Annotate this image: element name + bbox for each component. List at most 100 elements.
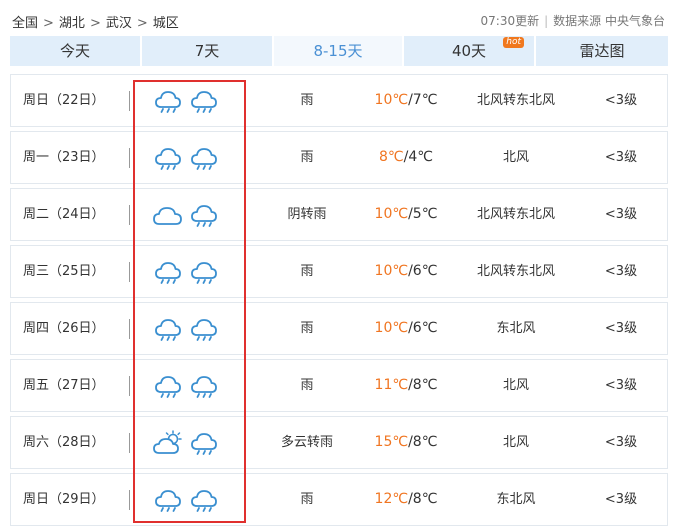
divider — [129, 319, 130, 339]
wind-level: <3级 — [604, 321, 638, 336]
day-label: 周日（29日） — [23, 492, 105, 507]
weather-description: 雨 — [300, 378, 314, 393]
breadcrumb-item-city[interactable]: 武汉 — [106, 16, 132, 31]
temp-high: 10℃ — [374, 206, 409, 222]
wind-direction: 北风 — [502, 150, 529, 165]
day-label: 周三（25日） — [23, 264, 105, 279]
wind-level: <3级 — [604, 93, 638, 108]
weather-icons — [153, 189, 233, 240]
temperature: 10℃/7℃ — [361, 75, 451, 126]
wind-level: <3级 — [604, 492, 638, 507]
day-label: 周二（24日） — [23, 207, 105, 222]
forecast-row: 周六（28日） 多云转雨 15℃/8℃ 北风 <3级 — [10, 416, 668, 469]
divider — [129, 91, 130, 111]
weather-icons — [153, 246, 233, 297]
divider — [129, 262, 130, 282]
forecast-row: 周日（29日） 雨 12℃/8℃ 东北风 <3级 — [10, 473, 668, 526]
tab-7-days[interactable]: 7天 — [142, 36, 274, 66]
weather-icons — [153, 75, 233, 126]
wind-direction: 东北风 — [496, 321, 536, 336]
tab-radar[interactable]: 雷达图 — [536, 36, 668, 66]
forecast-tabs: 今天 7天 8-15天 40天 hot 雷达图 — [10, 36, 668, 66]
wind-level: <3级 — [604, 150, 638, 165]
weather-icons — [153, 474, 233, 525]
wind-direction: 东北风 — [496, 492, 536, 507]
temp-high: 15℃ — [374, 434, 409, 450]
wind-level: <3级 — [604, 207, 638, 222]
temperature: 15℃/8℃ — [361, 417, 451, 468]
weather-icons — [153, 132, 233, 183]
wind-direction: 北风转东北风 — [476, 207, 555, 222]
update-info: 07:30更新 | 数据来源 中央气象台 — [481, 12, 665, 29]
weather-description: 雨 — [300, 93, 314, 108]
divider — [129, 490, 130, 510]
temp-low: /4℃ — [403, 149, 433, 165]
divider — [129, 433, 130, 453]
tab-label: 40天 — [451, 42, 487, 60]
tab-8-15-days[interactable]: 8-15天 — [274, 36, 404, 66]
day-label: 周六（28日） — [23, 435, 105, 450]
temp-high: 12℃ — [374, 491, 409, 507]
day-label: 周日（22日） — [23, 93, 105, 108]
divider: | — [544, 14, 549, 28]
day-label: 周四（26日） — [23, 321, 105, 336]
divider — [129, 205, 130, 225]
breadcrumb-separator: > — [136, 16, 148, 31]
wind-direction: 北风转东北风 — [476, 93, 555, 108]
temperature: 12℃/8℃ — [361, 474, 451, 525]
temp-high: 8℃ — [379, 149, 404, 165]
wind-level: <3级 — [604, 378, 638, 393]
forecast-row: 周五（27日） 雨 11℃/8℃ 北风 <3级 — [10, 359, 668, 412]
tab-label: 今天 — [59, 42, 90, 60]
tab-label: 7天 — [194, 42, 220, 60]
weather-description: 雨 — [300, 264, 314, 279]
temperature: 10℃/6℃ — [361, 303, 451, 354]
tab-label: 8-15天 — [313, 42, 363, 60]
temp-low: /8℃ — [408, 491, 438, 507]
wind-direction: 北风 — [502, 435, 529, 450]
forecast-row: 周二（24日） 阴转雨 10℃/5℃ 北风转东北风 <3级 — [10, 188, 668, 241]
temp-high: 10℃ — [374, 263, 409, 279]
weather-icons — [153, 303, 233, 354]
temp-low: /6℃ — [408, 263, 438, 279]
temp-low: /6℃ — [408, 320, 438, 336]
temp-high: 10℃ — [374, 92, 409, 108]
wind-level: <3级 — [604, 264, 638, 279]
temperature: 11℃/8℃ — [361, 360, 451, 411]
temperature: 10℃/6℃ — [361, 246, 451, 297]
wind-direction: 北风 — [502, 378, 529, 393]
tab-40-days[interactable]: 40天 hot — [404, 36, 536, 66]
weather-icons — [153, 417, 233, 468]
forecast-row: 周四（26日） 雨 10℃/6℃ 东北风 <3级 — [10, 302, 668, 355]
update-time: 07:30更新 — [480, 14, 540, 28]
breadcrumb-separator: > — [89, 16, 101, 31]
temperature: 10℃/5℃ — [361, 189, 451, 240]
temp-low: /7℃ — [408, 92, 438, 108]
forecast-row: 周日（22日） 雨 10℃/7℃ 北风转东北风 <3级 — [10, 74, 668, 127]
temp-high: 10℃ — [374, 320, 409, 336]
tab-label: 雷达图 — [579, 42, 625, 60]
top-bar: 全国 > 湖北 > 武汉 > 城区 07:30更新 | 数据来源 中央气象台 — [0, 0, 679, 36]
temperature: 8℃/4℃ — [361, 132, 451, 183]
wind-level: <3级 — [604, 435, 638, 450]
forecast-row: 周一（23日） 雨 8℃/4℃ 北风 <3级 — [10, 131, 668, 184]
weather-description: 阴转雨 — [287, 207, 327, 222]
breadcrumb: 全国 > 湖北 > 武汉 > 城区 — [12, 12, 179, 31]
divider — [129, 148, 130, 168]
temp-low: /5℃ — [408, 206, 438, 222]
hot-badge: hot — [503, 37, 524, 48]
divider — [129, 376, 130, 396]
tab-today[interactable]: 今天 — [10, 36, 142, 66]
weather-description: 雨 — [300, 492, 314, 507]
breadcrumb-item-district: 城区 — [152, 16, 179, 31]
day-label: 周五（27日） — [23, 378, 105, 393]
temp-low: /8℃ — [408, 434, 438, 450]
weather-description: 雨 — [300, 150, 314, 165]
data-source: 数据来源 中央气象台 — [553, 14, 665, 28]
breadcrumb-item-province[interactable]: 湖北 — [59, 16, 85, 31]
forecast-row: 周三（25日） 雨 10℃/6℃ 北风转东北风 <3级 — [10, 245, 668, 298]
weather-description: 多云转雨 — [280, 435, 333, 450]
temp-high: 11℃ — [374, 377, 409, 393]
breadcrumb-item-country[interactable]: 全国 — [12, 16, 38, 31]
wind-direction: 北风转东北风 — [476, 264, 555, 279]
